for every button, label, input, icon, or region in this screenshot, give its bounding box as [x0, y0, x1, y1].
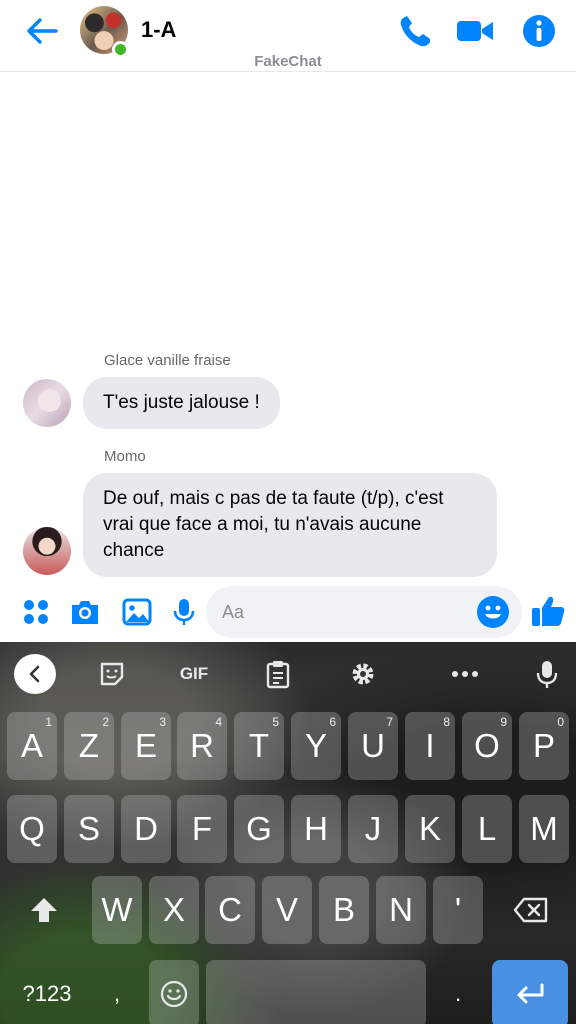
key-hint: 1 — [45, 715, 52, 729]
message-bubble[interactable]: T'es juste jalouse ! — [83, 377, 280, 429]
chevron-left-icon — [29, 665, 40, 683]
watermark-label: FakeChat — [254, 53, 322, 70]
key-u[interactable]: U7 — [348, 712, 398, 780]
soft-keyboard: GIF A1 Z2 E3 R4 T5 Y6 U7 I8 O9 P0 Q S D … — [0, 642, 576, 1024]
key-z[interactable]: Z2 — [64, 712, 114, 780]
key-n[interactable]: N — [376, 876, 426, 944]
enter-key[interactable] — [492, 960, 568, 1024]
key-c[interactable]: C — [205, 876, 255, 944]
shift-arrow-icon — [31, 898, 57, 922]
key-label: P — [532, 727, 555, 764]
key-a[interactable]: A1 — [7, 712, 57, 780]
key-hint: 6 — [329, 715, 336, 729]
key-s[interactable]: S — [64, 795, 114, 863]
spacebar-key[interactable] — [206, 960, 426, 1024]
key-hint: 5 — [272, 715, 279, 729]
key-t[interactable]: T5 — [234, 712, 284, 780]
microphone-icon[interactable] — [168, 596, 200, 628]
key-label: I — [425, 727, 435, 764]
key-k[interactable]: K — [405, 795, 455, 863]
more-dots-icon — [452, 671, 478, 677]
key-hint: 3 — [159, 715, 166, 729]
chat-header: 1-A FakeChat — [0, 0, 576, 72]
comma-key[interactable]: , — [92, 960, 142, 1024]
chat-title[interactable]: 1-A — [141, 17, 176, 43]
clipboard-button[interactable] — [262, 654, 294, 694]
key-i[interactable]: I8 — [405, 712, 455, 780]
key-hint: 9 — [500, 715, 507, 729]
clipboard-icon — [266, 661, 290, 689]
sticker-button[interactable] — [96, 654, 128, 694]
camera-icon[interactable] — [69, 596, 101, 628]
thumbs-up-icon[interactable] — [530, 594, 566, 628]
more-button[interactable] — [448, 654, 482, 694]
backspace-key[interactable] — [493, 876, 569, 944]
info-icon[interactable] — [520, 12, 560, 50]
key-h[interactable]: H — [291, 795, 341, 863]
key-hint: 8 — [443, 715, 450, 729]
key-apostrophe[interactable]: ' — [433, 876, 483, 944]
key-y[interactable]: Y6 — [291, 712, 341, 780]
key-label: T — [248, 727, 270, 764]
gallery-icon[interactable] — [121, 596, 153, 628]
key-label: Z — [78, 727, 100, 764]
smiley-icon — [160, 980, 188, 1008]
message-bubble[interactable]: De ouf, mais c pas de ta faute (t/p), c'… — [83, 473, 497, 577]
keyboard-collapse-button[interactable] — [14, 654, 56, 694]
enter-arrow-icon — [517, 983, 544, 1004]
message-input-container[interactable] — [206, 586, 522, 638]
key-q[interactable]: Q — [7, 795, 57, 863]
gear-icon — [352, 663, 374, 685]
message-input[interactable] — [222, 596, 472, 628]
key-o[interactable]: O9 — [462, 712, 512, 780]
key-b[interactable]: B — [319, 876, 369, 944]
voice-input-button[interactable] — [532, 654, 562, 694]
key-hint: 4 — [215, 715, 222, 729]
key-x[interactable]: X — [149, 876, 199, 944]
message-sender-name: Momo — [104, 448, 146, 465]
message-sender-name: Glace vanille fraise — [104, 352, 231, 369]
microphone-icon — [536, 661, 558, 688]
gif-button[interactable]: GIF — [168, 654, 220, 694]
symbols-key[interactable]: ?123 — [7, 960, 87, 1024]
key-g[interactable]: G — [234, 795, 284, 863]
key-d[interactable]: D — [121, 795, 171, 863]
key-j[interactable]: J — [348, 795, 398, 863]
key-r[interactable]: R4 — [177, 712, 227, 780]
key-p[interactable]: P0 — [519, 712, 569, 780]
emoji-icon[interactable] — [476, 595, 510, 629]
backspace-icon — [513, 897, 548, 923]
apps-grid-icon[interactable] — [20, 596, 52, 628]
key-label: U — [361, 727, 385, 764]
key-hint: 0 — [557, 715, 564, 729]
key-m[interactable]: M — [519, 795, 569, 863]
shift-key[interactable] — [7, 876, 81, 944]
back-arrow-icon[interactable] — [22, 14, 62, 48]
key-label: R — [190, 727, 214, 764]
sticker-icon — [100, 662, 124, 686]
key-hint: 2 — [102, 715, 109, 729]
phone-call-icon[interactable] — [396, 12, 436, 50]
sender-avatar[interactable] — [23, 379, 71, 427]
key-v[interactable]: V — [262, 876, 312, 944]
settings-button[interactable] — [346, 654, 380, 694]
key-e[interactable]: E3 — [121, 712, 171, 780]
key-label: Y — [304, 727, 327, 764]
key-w[interactable]: W — [92, 876, 142, 944]
key-hint: 7 — [386, 715, 393, 729]
key-label: A — [20, 727, 43, 764]
sender-avatar[interactable] — [23, 527, 71, 575]
video-call-icon[interactable] — [455, 12, 495, 50]
key-label: O — [474, 727, 500, 764]
key-l[interactable]: L — [462, 795, 512, 863]
period-key[interactable]: . — [433, 960, 483, 1024]
key-label: E — [134, 727, 157, 764]
emoji-key[interactable] — [149, 960, 199, 1024]
key-f[interactable]: F — [177, 795, 227, 863]
